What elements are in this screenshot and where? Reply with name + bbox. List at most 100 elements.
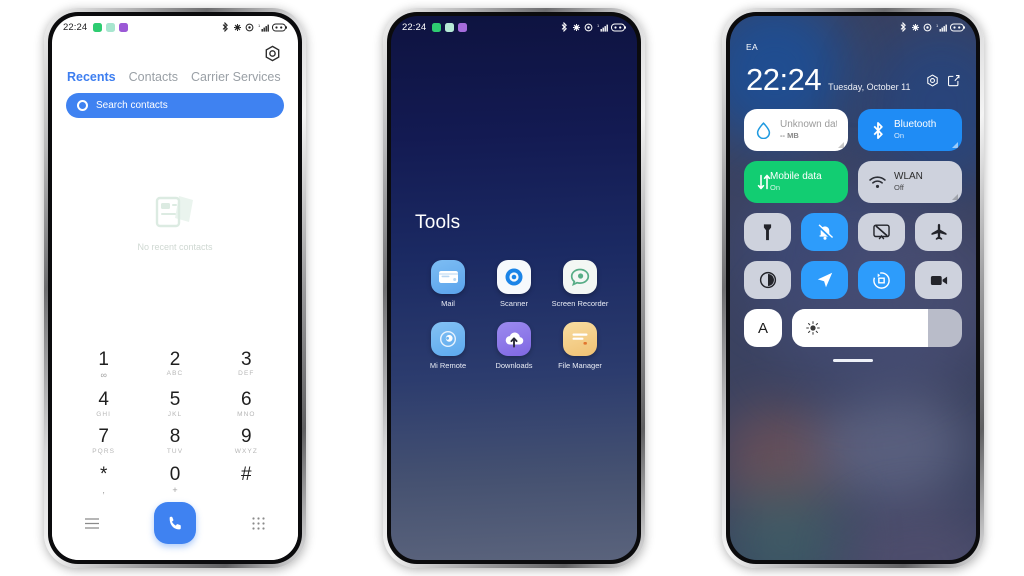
dial-keypad: 1 ∞ 2 ABC 3 DEF 4 GHI 5 JKL 6 MNO 7 PQRS 8 TUV 9… bbox=[52, 336, 298, 500]
tab-recents[interactable]: Recents bbox=[67, 70, 116, 84]
folder-panel: Tools Mail Scanner Screen Recorder Mi Re… bbox=[391, 22, 637, 560]
status-notification-icons bbox=[93, 22, 129, 32]
call-button[interactable] bbox=[154, 502, 196, 544]
scanner-icon bbox=[497, 259, 531, 294]
teal-app-icon bbox=[106, 22, 116, 32]
key-9[interactable]: 9 WXYZ bbox=[211, 422, 282, 459]
toggle-screen-record[interactable] bbox=[915, 261, 962, 299]
app-screen-recorder[interactable]: Screen Recorder bbox=[547, 259, 613, 308]
tile-title: WLAN bbox=[894, 170, 923, 182]
key-8[interactable]: 8 TUV bbox=[139, 422, 210, 459]
tile-subtitle: Off bbox=[894, 183, 904, 193]
key-1[interactable]: 1 ∞ bbox=[68, 345, 139, 385]
key-digit: 2 bbox=[169, 348, 181, 370]
tab-carrier-services[interactable]: Carrier Services bbox=[191, 70, 281, 84]
tile-data-plan[interactable]: Unknown data plan -- MB bbox=[744, 109, 848, 151]
dialer-app: 22:24 1 Recents Contacts Carrier Service… bbox=[52, 16, 298, 560]
toggle-location[interactable] bbox=[801, 261, 848, 299]
gear-icon[interactable] bbox=[263, 44, 282, 63]
screen-recorder-icon bbox=[563, 259, 597, 294]
app-mi-remote[interactable]: Mi Remote bbox=[415, 322, 481, 370]
key-sub: MNO bbox=[237, 410, 256, 418]
tile-mobile-data[interactable]: Mobile data On bbox=[744, 161, 848, 203]
key-digit: 9 bbox=[241, 426, 252, 448]
key-3[interactable]: 3 DEF bbox=[211, 345, 282, 385]
key-digit: 0 bbox=[169, 463, 181, 485]
key-hash[interactable]: # bbox=[211, 460, 282, 500]
date-label: Tuesday, October 11 bbox=[828, 82, 911, 92]
edit-icon[interactable] bbox=[947, 74, 960, 92]
mail-icon bbox=[431, 259, 465, 294]
brightness-slider[interactable] bbox=[792, 309, 962, 347]
green-app-icon bbox=[432, 22, 442, 32]
phone-bezel: 22:24 1 Recents Contacts Carrier Service… bbox=[48, 12, 302, 564]
control-center-phone: 1 EA 22:24 Tuesday, October 11 Unknown d… bbox=[722, 8, 984, 568]
teal-app-icon bbox=[445, 22, 455, 32]
key-digit: 7 bbox=[98, 426, 109, 448]
toggle-silent-mode[interactable] bbox=[801, 213, 848, 251]
tile-expand-corner[interactable] bbox=[952, 194, 958, 200]
tile-subtitle: On bbox=[894, 131, 905, 141]
key-sub: WXYZ bbox=[234, 447, 258, 455]
app-downloads[interactable]: Downloads bbox=[481, 322, 547, 370]
key-4[interactable]: 4 GHI bbox=[68, 385, 139, 422]
key-5[interactable]: 5 JKL bbox=[139, 385, 210, 422]
bluetooth-icon bbox=[222, 22, 228, 32]
dnd-icon bbox=[584, 23, 593, 31]
key-7[interactable]: 7 PQRS bbox=[68, 422, 139, 459]
settings-gear-icon[interactable] bbox=[926, 74, 939, 92]
tile-subtitle: -- MB bbox=[780, 131, 799, 141]
key-digit: 6 bbox=[241, 389, 252, 411]
key-star[interactable]: *, bbox=[68, 460, 139, 500]
key-digit: 5 bbox=[169, 389, 181, 411]
tile-expand-corner[interactable] bbox=[838, 142, 844, 148]
flashlight-icon bbox=[763, 223, 772, 240]
svg-text:1: 1 bbox=[936, 23, 939, 28]
signal-icon: 1 bbox=[936, 23, 947, 32]
tab-contacts[interactable]: Contacts bbox=[129, 70, 178, 84]
nfc-icon bbox=[572, 23, 580, 31]
tile-wlan[interactable]: WLAN Off bbox=[858, 161, 962, 203]
search-input[interactable]: Search contacts bbox=[66, 93, 284, 118]
tile-bluetooth[interactable]: Bluetooth On bbox=[858, 109, 962, 151]
svg-text:1: 1 bbox=[258, 23, 261, 28]
control-center-content: EA 22:24 Tuesday, October 11 Unknown da … bbox=[730, 38, 976, 362]
toggle-cast[interactable] bbox=[858, 213, 905, 251]
app-label: Scanner bbox=[500, 298, 528, 308]
app-label: Downloads bbox=[495, 361, 533, 370]
auto-brightness-icon[interactable]: A bbox=[744, 309, 782, 347]
toggle-auto-rotate[interactable] bbox=[858, 261, 905, 299]
home-indicator[interactable] bbox=[833, 359, 873, 362]
empty-state-text: No recent contacts bbox=[137, 242, 213, 253]
clock: 22:24 bbox=[746, 62, 822, 97]
key-digit: 8 bbox=[169, 426, 181, 448]
toggle-flashlight[interactable] bbox=[744, 213, 791, 251]
dialer-screen: 22:24 1 Recents Contacts Carrier Service… bbox=[52, 16, 298, 560]
screenshot-stage: 22:24 1 Recents Contacts Carrier Service… bbox=[0, 0, 1024, 576]
toggle-grid bbox=[744, 213, 962, 299]
quick-settings-tiles: Unknown data plan -- MB Bluetooth bbox=[744, 109, 962, 203]
toggle-airplane-mode[interactable] bbox=[915, 213, 962, 251]
tile-title: Unknown data plan bbox=[780, 118, 837, 130]
menu-icon[interactable] bbox=[82, 513, 102, 533]
dialer-tabs: Recents Contacts Carrier Services bbox=[66, 65, 284, 93]
app-file-manager[interactable]: File Manager bbox=[547, 322, 613, 370]
key-6[interactable]: 6 MNO bbox=[211, 385, 282, 422]
key-2[interactable]: 2 ABC bbox=[139, 345, 210, 385]
toggle-dark-mode[interactable] bbox=[744, 261, 791, 299]
key-sub: PQRS bbox=[92, 447, 116, 455]
status-bar: 22:24 1 bbox=[52, 16, 298, 38]
key-0[interactable]: 0 + bbox=[139, 460, 210, 500]
folder-title[interactable]: Tools bbox=[415, 212, 613, 234]
purple-app-icon bbox=[458, 22, 468, 32]
mi-remote-icon bbox=[431, 322, 465, 356]
dnd-icon bbox=[245, 23, 254, 31]
carrier-label: EA bbox=[746, 42, 758, 52]
cast-off-icon bbox=[873, 224, 890, 240]
tile-expand-corner[interactable] bbox=[952, 142, 958, 148]
search-placeholder: Search contacts bbox=[96, 100, 168, 111]
app-mail[interactable]: Mail bbox=[415, 259, 481, 308]
brightness-icon bbox=[806, 321, 820, 335]
app-scanner[interactable]: Scanner bbox=[481, 259, 547, 308]
keypad-icon[interactable] bbox=[248, 513, 268, 533]
